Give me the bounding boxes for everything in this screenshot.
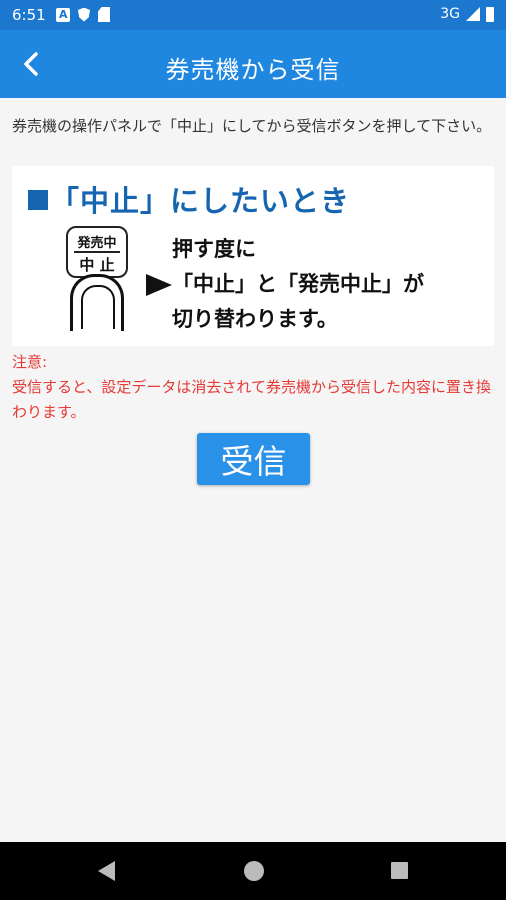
button-label-top: 発売中 [77,236,117,251]
page-title: 券売機から受信 [165,56,341,84]
nav-back-icon[interactable] [98,861,115,881]
main-content: 券売機の操作パネルで「中止」にしてから受信ボタンを押して下さい。 「中止」にした… [0,98,506,842]
status-notification-icons [56,7,110,22]
nav-home-icon[interactable] [244,861,264,881]
finger-icon [70,274,124,331]
button-label-box: 発売中 中 止 [66,226,128,278]
receive-button[interactable]: 受信 [197,433,310,485]
nav-recents-icon[interactable] [391,862,408,879]
sim-card-icon [98,7,110,22]
status-system-icons: 3G [440,6,494,22]
navigation-bar [0,842,506,900]
description-line: 「中止」と「発売中止」が [172,272,424,296]
description-line: 押す度に [172,237,256,261]
stop-button-illustration: 発売中 中 止 [60,226,140,331]
illustration-description: 押す度に 「中止」と「発売中止」が 切り替わります。 [172,232,424,337]
warning-label: 注意: [12,353,48,371]
illustration-heading: 「中止」にしたいとき [28,178,350,220]
instruction-illustration: 「中止」にしたいとき 発売中 中 止 押す度に 「中止」と「発売中止」が 切り替… [12,166,494,346]
fingernail-icon [81,285,115,329]
warning-message: 注意: 受信すると、設定データは消去されて券売機から受信した内容に置き換わります… [12,350,496,425]
battery-icon [486,6,494,22]
status-bar: 6:51 3G [0,0,506,30]
square-bullet-icon [28,190,48,210]
arrow-right-icon [146,274,172,296]
description-line: 切り替わります。 [172,307,338,331]
shield-icon [78,7,90,22]
signal-icon [466,7,480,21]
network-type: 3G [440,6,460,22]
status-time: 6:51 [12,6,46,24]
app-bar: 券売機から受信 [0,30,506,98]
a-badge-icon [56,7,70,22]
instruction-text: 券売機の操作パネルで「中止」にしてから受信ボタンを押して下さい。 [12,117,492,135]
button-label-bottom: 中 止 [74,251,120,275]
warning-text: 受信すると、設定データは消去されて券売機から受信した内容に置き換わります。 [12,378,491,421]
